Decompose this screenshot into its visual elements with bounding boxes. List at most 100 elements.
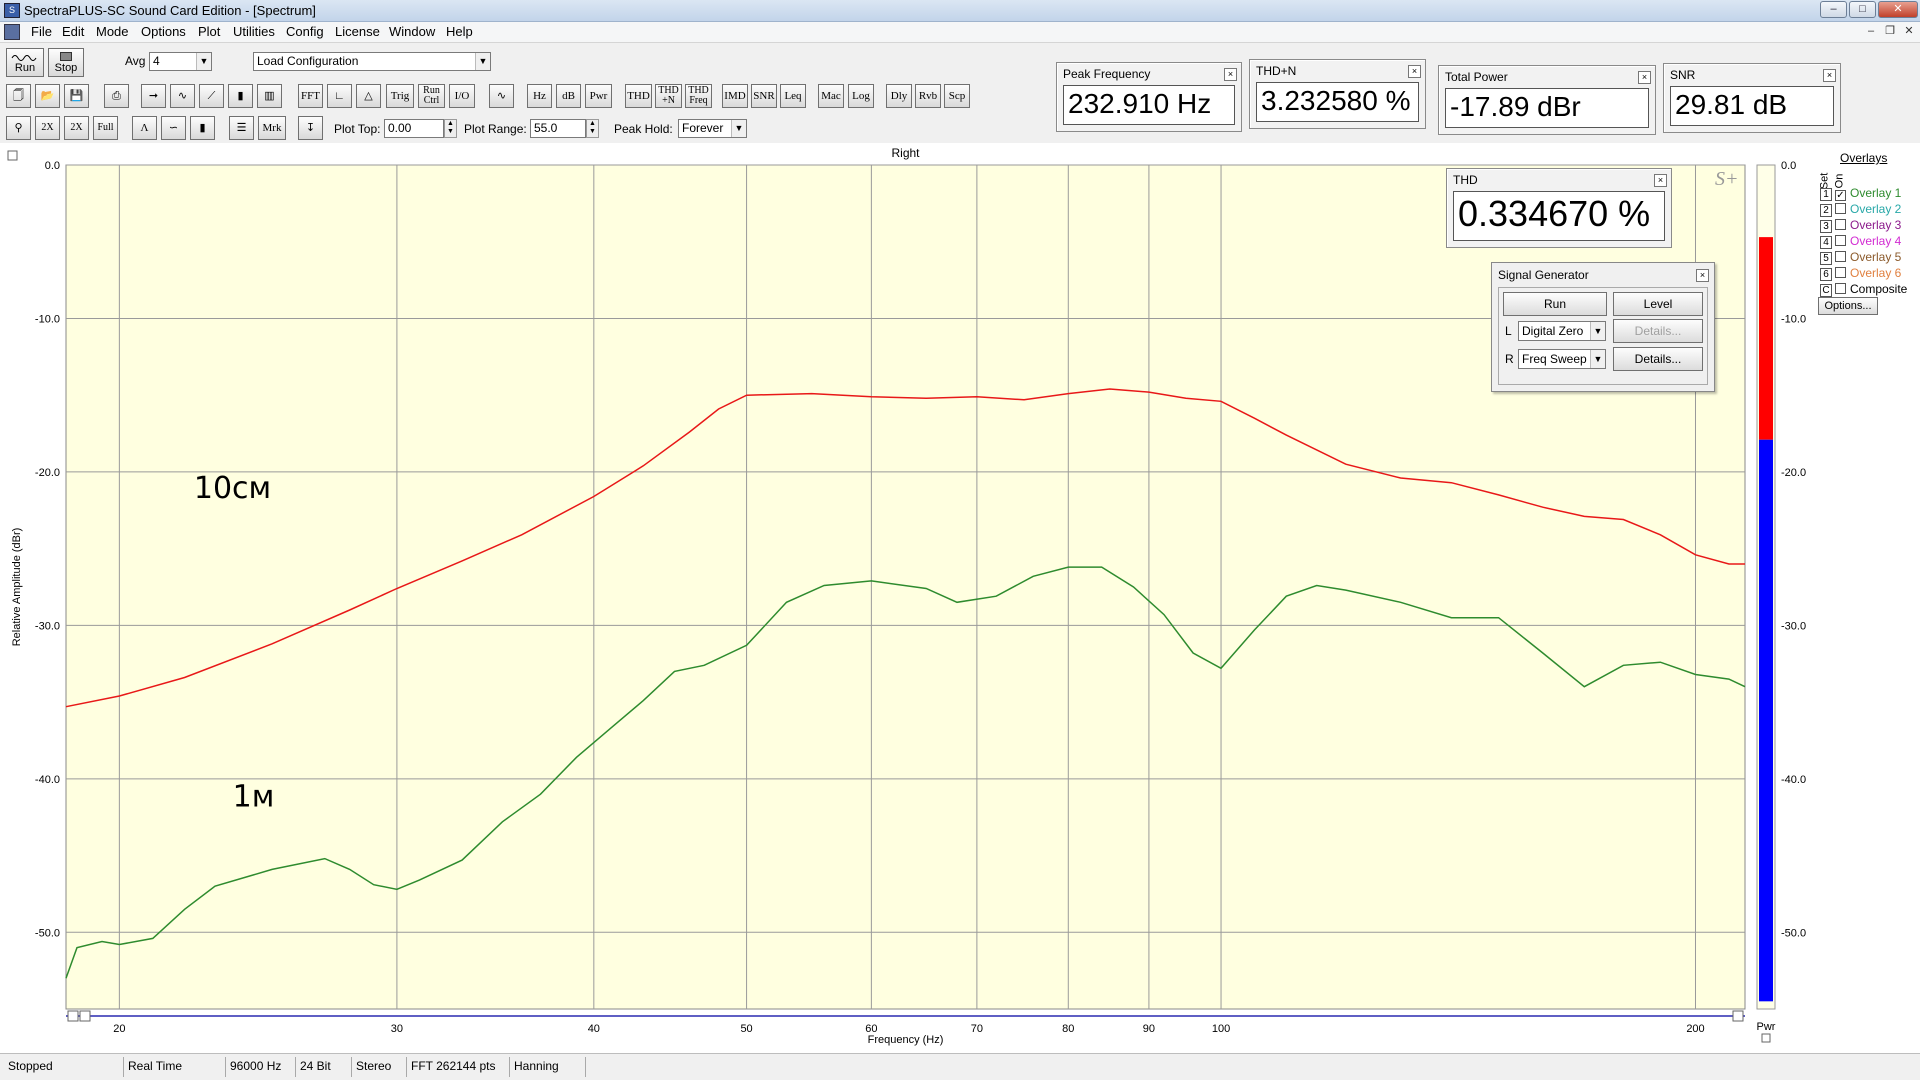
avg-select[interactable]: 4 ▼ xyxy=(149,52,212,71)
peak-icon[interactable]: Λ xyxy=(132,116,157,140)
mdi-restore-icon[interactable]: ❐ xyxy=(1881,24,1899,40)
plot-top-input[interactable]: 0.00 xyxy=(384,119,444,138)
mrk-button[interactable]: Mrk xyxy=(258,116,286,140)
triangle-icon[interactable]: △ xyxy=(356,84,381,108)
snr-meter[interactable]: SNR × 29.81 dB xyxy=(1663,63,1841,133)
thd-meter[interactable]: THD × 0.334670 % xyxy=(1446,168,1672,248)
overlay-row-4[interactable]: 4 Overlay 4 xyxy=(1820,234,1901,250)
minimize-button[interactable]: – xyxy=(1820,1,1847,18)
print-icon[interactable]: ⎙ xyxy=(104,84,129,108)
menu-options[interactable]: Options xyxy=(139,24,188,39)
overlay-row-5[interactable]: 5 Overlay 5 xyxy=(1820,250,1901,266)
overlay-checkbox[interactable] xyxy=(1835,251,1846,262)
right-details-button[interactable]: Details... xyxy=(1613,347,1703,371)
new-file-icon[interactable]: 🗍 xyxy=(6,84,31,108)
spectrum-icon[interactable]: ▥ xyxy=(257,84,282,108)
pwr-button[interactable]: Pwr xyxy=(585,84,612,108)
log-button[interactable]: Log xyxy=(848,84,874,108)
waveform-icon[interactable]: ∿ xyxy=(170,84,195,108)
overlays-title[interactable]: Overlays xyxy=(1840,151,1887,165)
collapse-icon[interactable] xyxy=(7,150,18,161)
overlay-set-button[interactable]: 6 xyxy=(1820,268,1832,281)
maximize-button[interactable]: □ xyxy=(1849,1,1876,18)
mdi-close-icon[interactable]: ✕ xyxy=(1900,24,1918,40)
overlay-set-button[interactable]: 5 xyxy=(1820,252,1832,265)
slope-icon[interactable]: ⟋ xyxy=(199,84,224,108)
thd-button[interactable]: THD xyxy=(625,84,652,108)
right-channel-select[interactable]: Freq Sweep ▼ xyxy=(1518,349,1606,369)
mdi-minimize-icon[interactable]: – xyxy=(1862,24,1880,40)
stop-button[interactable]: Stop xyxy=(48,48,84,77)
snr-button[interactable]: SNR xyxy=(751,84,777,108)
generator-level-button[interactable]: Level xyxy=(1613,292,1703,316)
overlay-row-C[interactable]: C Composite xyxy=(1820,282,1907,298)
left-channel-select[interactable]: Digital Zero ▼ xyxy=(1518,321,1606,341)
zoom-out-full-icon[interactable]: Full xyxy=(93,116,118,140)
mac-button[interactable]: Mac xyxy=(818,84,844,108)
run-ctrl-button[interactable]: Run Ctrl xyxy=(418,84,445,108)
imd-button[interactable]: IMD xyxy=(722,84,748,108)
scp-button[interactable]: Scp xyxy=(944,84,970,108)
peak-frequency-meter[interactable]: Peak Frequency × 232.910 Hz xyxy=(1056,62,1242,132)
thd-freq-button[interactable]: THD Freq xyxy=(685,84,712,108)
plot-range-input[interactable]: 55.0 xyxy=(530,119,586,138)
power-bar-collapse-icon[interactable] xyxy=(1761,1033,1771,1043)
cursor-icon[interactable]: ↧ xyxy=(298,116,323,140)
overlay-checkbox[interactable] xyxy=(1835,219,1846,230)
trig-button[interactable]: Trig xyxy=(386,84,414,108)
curve-icon[interactable]: ∽ xyxy=(161,116,186,140)
forward-icon[interactable]: ➞ xyxy=(141,84,166,108)
zoom-out-2x-icon[interactable]: 2X xyxy=(64,116,89,140)
overlay-checkbox[interactable] xyxy=(1835,203,1846,214)
zoom-in-2x-icon[interactable]: 2X xyxy=(35,116,60,140)
db-button[interactable]: dB xyxy=(556,84,581,108)
overlay-set-button[interactable]: 3 xyxy=(1820,220,1832,233)
hz-button[interactable]: Hz xyxy=(527,84,552,108)
config-select[interactable]: Load Configuration ▼ xyxy=(253,52,491,71)
sine-wave-icon[interactable]: ∿ xyxy=(489,84,514,108)
plot-range-spinner[interactable]: ▲ ▼ xyxy=(586,119,599,138)
run-button[interactable]: Run xyxy=(6,48,44,77)
generator-run-button[interactable]: Run xyxy=(1503,292,1607,316)
rvb-button[interactable]: Rvb xyxy=(915,84,941,108)
close-icon[interactable]: × xyxy=(1696,269,1709,282)
plot-top-spinner[interactable]: ▲ ▼ xyxy=(444,119,457,138)
document-icon[interactable] xyxy=(4,24,20,40)
list-icon[interactable]: ☰ xyxy=(229,116,254,140)
save-icon[interactable]: 💾 xyxy=(64,84,89,108)
io-button[interactable]: I/O xyxy=(449,84,475,108)
bars-icon[interactable]: ▮ xyxy=(228,84,253,108)
overlay-row-2[interactable]: 2 Overlay 2 xyxy=(1820,202,1901,218)
overlay-checkbox[interactable] xyxy=(1835,235,1846,246)
thdn-button[interactable]: THD +N xyxy=(655,84,682,108)
overlay-options-button[interactable]: Options... xyxy=(1818,297,1878,315)
overlay-set-button[interactable]: 2 xyxy=(1820,204,1832,217)
menu-utilities[interactable]: Utilities xyxy=(231,24,277,39)
close-icon[interactable]: × xyxy=(1654,174,1667,187)
overlay-set-button[interactable]: C xyxy=(1820,284,1832,297)
leq-button[interactable]: Leq xyxy=(780,84,806,108)
overlay-checkbox[interactable]: ✓ xyxy=(1835,190,1846,201)
histogram-icon[interactable]: ▮ xyxy=(190,116,215,140)
overlay-row-3[interactable]: 3 Overlay 3 xyxy=(1820,218,1901,234)
close-icon[interactable]: × xyxy=(1408,65,1421,78)
thd-n-meter[interactable]: THD+N × 3.232580 % xyxy=(1249,59,1426,129)
menu-help[interactable]: Help xyxy=(444,24,475,39)
scroll-left-button[interactable] xyxy=(67,1010,79,1022)
menu-plot[interactable]: Plot xyxy=(196,24,222,39)
menu-license[interactable]: License xyxy=(333,24,382,39)
peak-hold-select[interactable]: Forever ▼ xyxy=(678,119,747,138)
close-icon[interactable]: × xyxy=(1224,68,1237,81)
menu-file[interactable]: File xyxy=(29,24,54,39)
open-folder-icon[interactable]: 📂 xyxy=(35,84,60,108)
menu-mode[interactable]: Mode xyxy=(94,24,131,39)
axis-icon[interactable]: ∟ xyxy=(327,84,352,108)
close-button[interactable]: ✕ xyxy=(1878,1,1918,18)
zoom-icon[interactable]: ⚲ xyxy=(6,116,31,140)
fft-button[interactable]: FFT xyxy=(298,84,323,108)
menu-window[interactable]: Window xyxy=(387,24,437,39)
scroll-thumb[interactable] xyxy=(79,1010,91,1022)
close-icon[interactable]: × xyxy=(1823,69,1836,82)
dly-button[interactable]: Dly xyxy=(886,84,912,108)
overlay-set-button[interactable]: 1 xyxy=(1820,188,1832,201)
